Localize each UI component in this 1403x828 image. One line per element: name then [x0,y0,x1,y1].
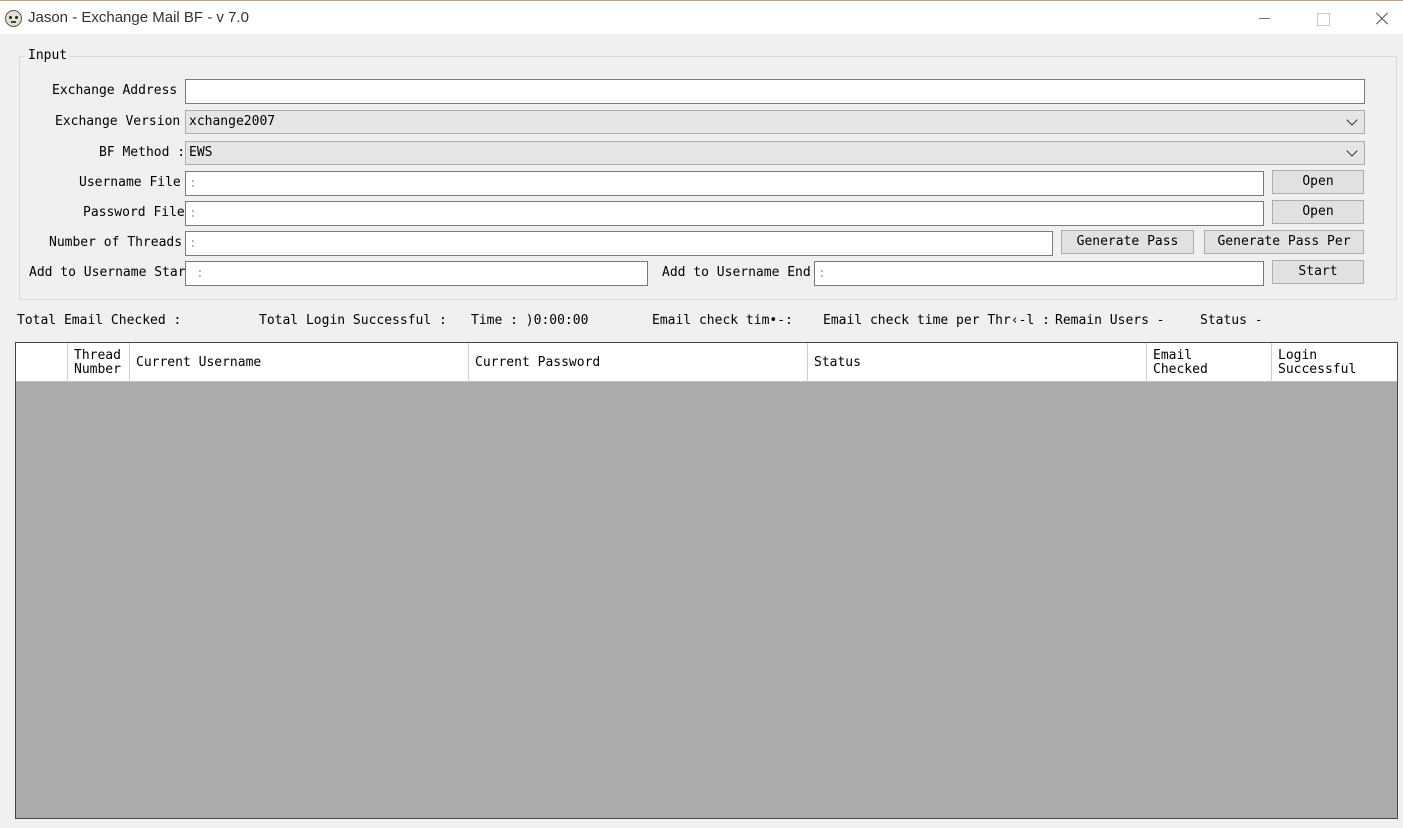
username-file-open-button[interactable]: Open [1272,170,1364,194]
generate-pass-button[interactable]: Generate Pass [1061,230,1194,254]
grid-header-row-selector[interactable] [16,343,68,382]
password-file-label: Password File [83,205,185,220]
column-thread-number[interactable]: Thread Number [68,343,130,382]
exchange-version-value: xchange2007 [189,114,276,129]
total-login-successful-label: Total Login Successful : [259,313,447,328]
column-current-username[interactable]: Current Username [130,343,469,382]
username-end-label: Add to Username End [662,265,811,280]
total-email-checked-label: Total Email Checked : [17,313,182,328]
exchange-version-label: Exchange Version : [55,114,196,129]
exchange-address-input[interactable] [185,79,1365,104]
status-label: Status - [1200,313,1263,328]
bf-method-label: BF Method : [99,145,186,160]
email-check-time-per-thread-label: Email check time per Thr‹-l : [823,313,1050,328]
password-file-open-button[interactable]: Open [1272,200,1364,224]
username-start-input[interactable]: : [185,261,648,286]
username-start-label: Add to Username Start [29,265,194,280]
results-grid[interactable]: Thread Number Current Username Current P… [15,342,1398,819]
grid-header: Thread Number Current Username Current P… [16,343,1397,382]
exchange-address-label: Exchange Address : [52,83,193,98]
time-label: Time : )0:00:00 [471,313,589,328]
close-button[interactable] [1352,1,1403,35]
chevron-down-icon [1345,115,1359,129]
username-end-input[interactable]: : [814,261,1264,286]
username-file-label: Username File [79,175,181,190]
title-bar: Jason - Exchange Mail BF - v 7.0 [0,0,1403,34]
chevron-down-icon [1345,146,1359,160]
minimize-button[interactable] [1236,1,1294,35]
column-current-password[interactable]: Current Password [469,343,808,382]
column-email-checked[interactable]: Email Checked [1147,343,1272,382]
input-group-legend: Input [25,47,71,65]
jason-mask-icon [5,10,22,27]
exchange-version-select[interactable]: xchange2007 [185,110,1365,134]
window-title: Jason - Exchange Mail BF - v 7.0 [28,9,249,26]
column-login-successful[interactable]: Login Successful [1272,343,1397,382]
threads-label: Number of Threads [49,235,183,250]
remain-users-label: Remain Users - [1055,313,1165,328]
password-file-input[interactable]: : [185,201,1264,226]
email-check-time-label: Email check tim•-: [652,313,793,328]
column-status[interactable]: Status [808,343,1147,382]
username-file-input[interactable]: : [185,171,1264,196]
threads-input[interactable]: : [185,231,1053,256]
bf-method-value: EWS [189,145,213,160]
bf-method-select[interactable]: EWS [185,141,1365,165]
start-button[interactable]: Start [1272,260,1364,284]
generate-pass-per-button[interactable]: Generate Pass Per [1204,230,1364,254]
maximize-button[interactable] [1294,1,1352,35]
